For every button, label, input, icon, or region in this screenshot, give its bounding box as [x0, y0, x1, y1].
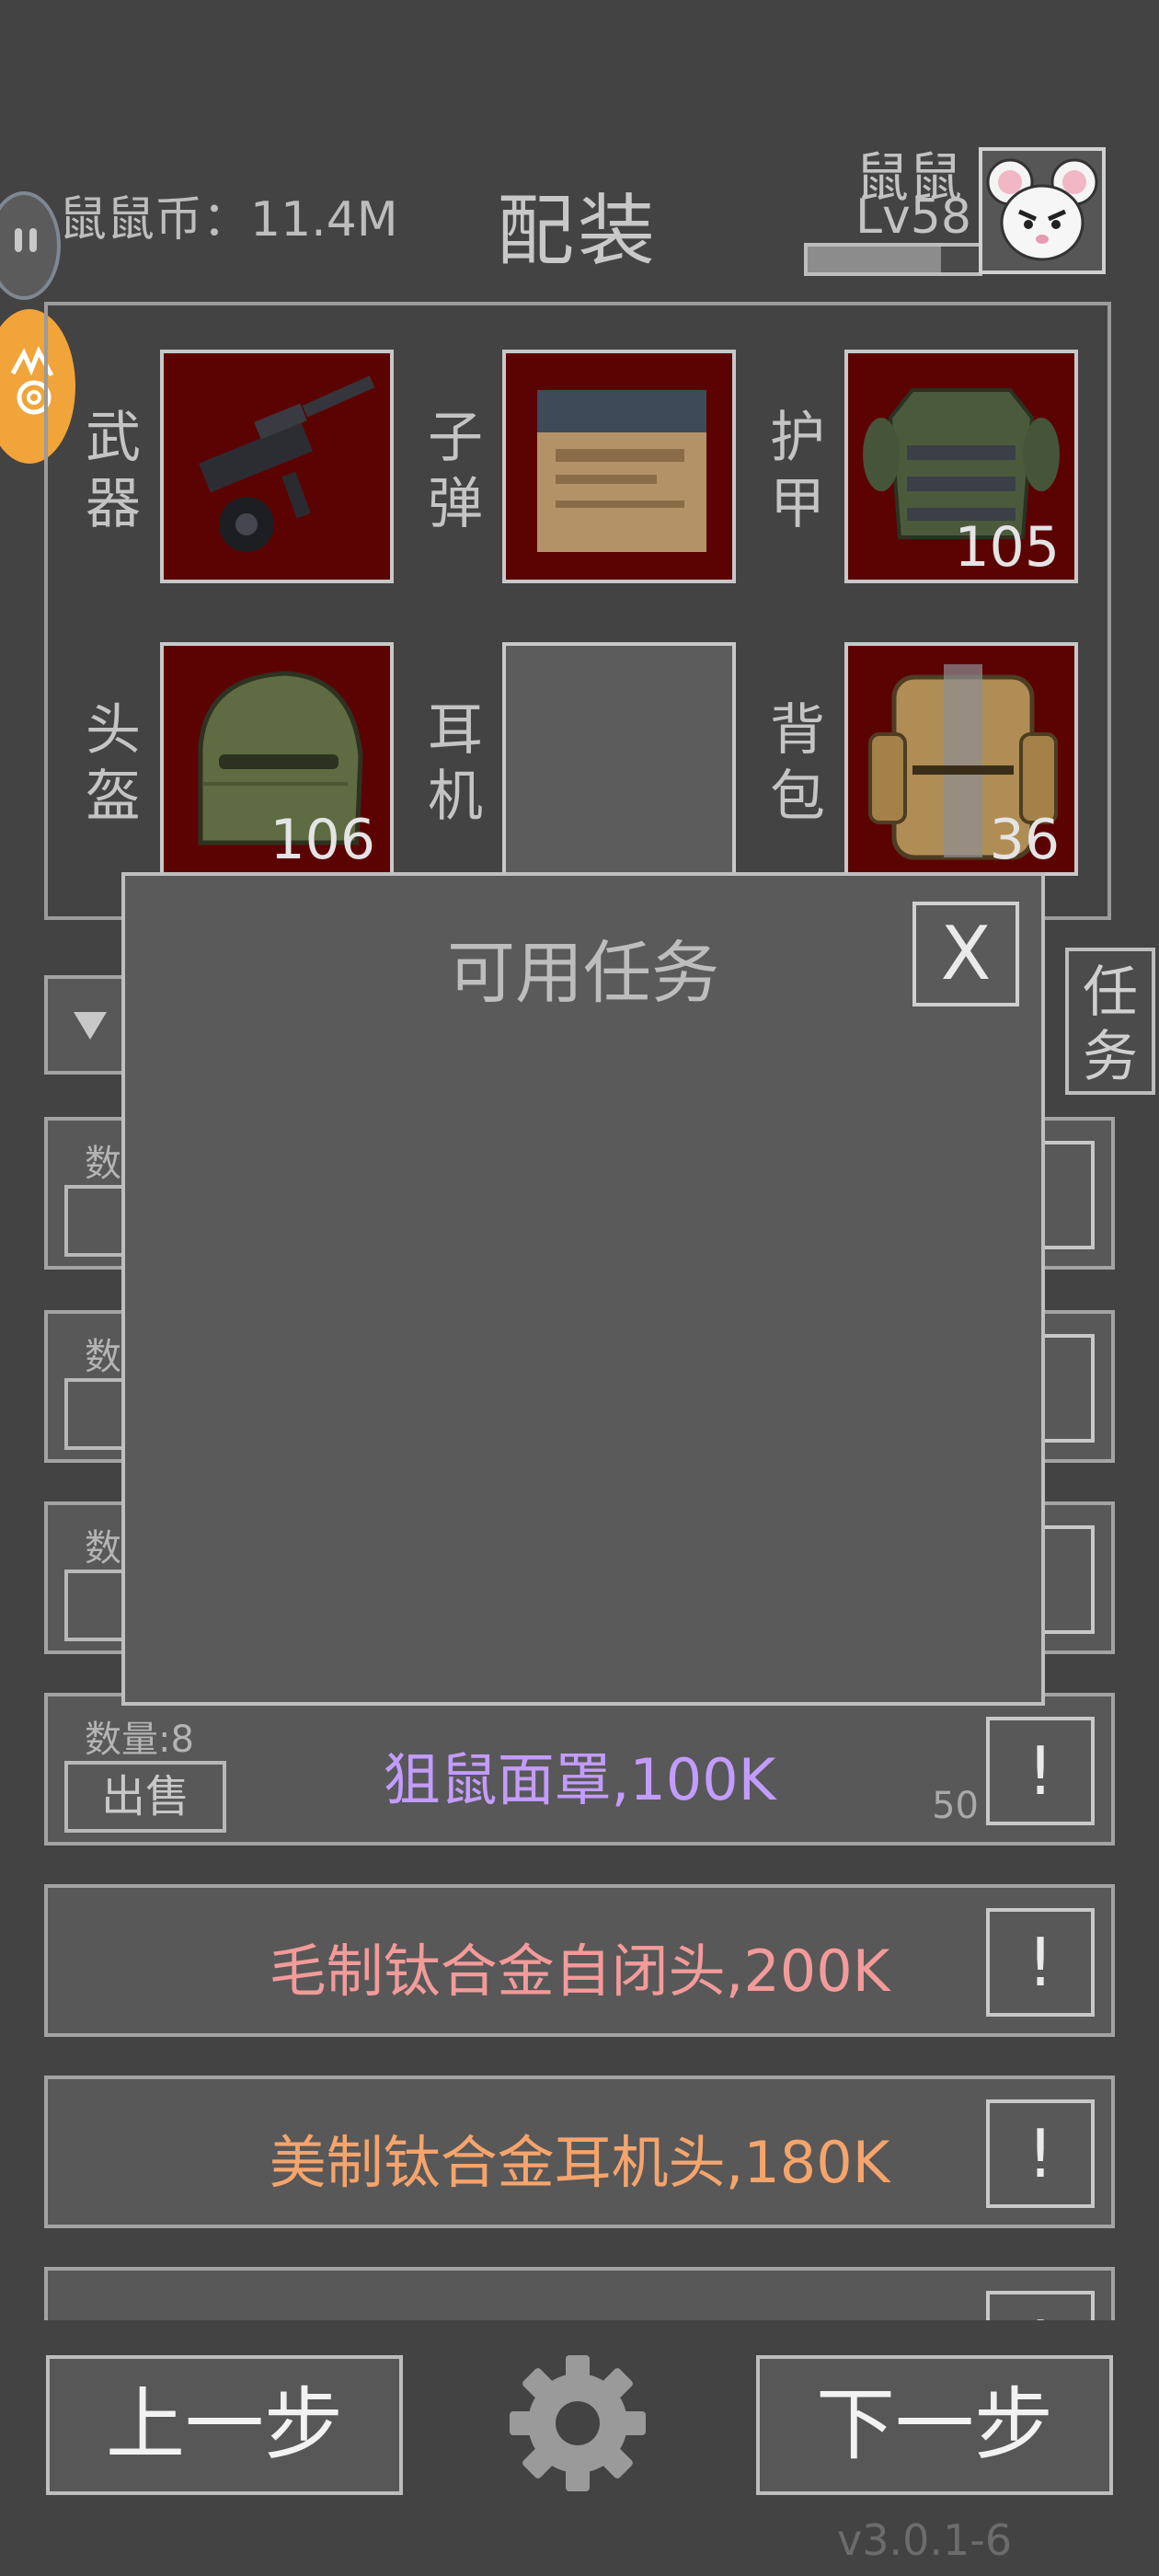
- xp-bar-fill: [808, 247, 942, 272]
- list-item: 美制钛合金耳机头,180K !: [44, 2076, 1115, 2228]
- coin-balance: 鼠鼠币：11.4M: [59, 192, 398, 247]
- available-tasks-dialog: 可用任务 X: [121, 872, 1045, 1706]
- info-button[interactable]: !: [986, 1717, 1095, 1825]
- armor-count: 105: [954, 515, 1060, 580]
- bubble-eye-icon: [15, 228, 22, 252]
- next-step-button[interactable]: 下一步: [756, 2355, 1113, 2495]
- backpack-label: 背包: [770, 698, 825, 829]
- weapon-label: 武器: [86, 406, 141, 536]
- triangle-down-icon: [74, 1012, 107, 1040]
- item-name: 毛制钛合金自闭头,200K: [269, 1938, 890, 2005]
- list-item: 毛制钛合金自闭头,200K !: [44, 1884, 1115, 2037]
- dialog-title: 可用任务: [447, 934, 719, 1013]
- item-name: 美制钛合金耳机头,180K: [269, 2129, 890, 2196]
- headset-slot[interactable]: [502, 642, 736, 876]
- ammo-box-icon: [537, 390, 706, 552]
- backpack-slot[interactable]: 36: [844, 642, 1078, 876]
- bubble-eye-icon: [29, 228, 37, 252]
- armor-label: 护甲: [770, 406, 825, 536]
- player-level: Lv58: [855, 190, 971, 245]
- helmet-label: 头盔: [86, 698, 141, 829]
- helmet-slot[interactable]: 106: [160, 642, 394, 876]
- armor-slot[interactable]: 105: [844, 350, 1078, 583]
- rifle-icon: [199, 375, 375, 552]
- close-button[interactable]: X: [912, 902, 1019, 1006]
- avatar[interactable]: [979, 147, 1106, 274]
- xp-bar: [804, 243, 982, 276]
- chat-bubble-button[interactable]: [0, 191, 61, 300]
- info-button[interactable]: !: [986, 2099, 1095, 2208]
- list-item: 数量:8 出售 狙鼠面罩,100K 50 !: [44, 1693, 1115, 1846]
- page-title: 配装: [497, 186, 660, 276]
- item-quantity: 数: [85, 1336, 121, 1378]
- version-label: v3.0.1-6: [837, 2515, 1013, 2565]
- info-button[interactable]: !: [986, 1908, 1095, 2017]
- weapon-slot[interactable]: [160, 350, 394, 583]
- ammo-label: 子弹: [428, 406, 483, 536]
- ammo-slot[interactable]: [502, 350, 736, 583]
- prev-step-button[interactable]: 上一步: [46, 2355, 403, 2495]
- backpack-count: 36: [989, 808, 1060, 872]
- headset-label: 耳机: [428, 698, 483, 829]
- mouse-avatar-icon: [986, 158, 1098, 261]
- settings-gear-icon[interactable]: [508, 2353, 648, 2493]
- item-quantity: 数: [85, 1143, 121, 1185]
- item-durability: 50: [932, 1785, 979, 1827]
- task-tab-button[interactable]: 任务: [1065, 948, 1155, 1095]
- item-quantity: 数: [85, 1527, 121, 1570]
- helmet-count: 106: [270, 808, 375, 872]
